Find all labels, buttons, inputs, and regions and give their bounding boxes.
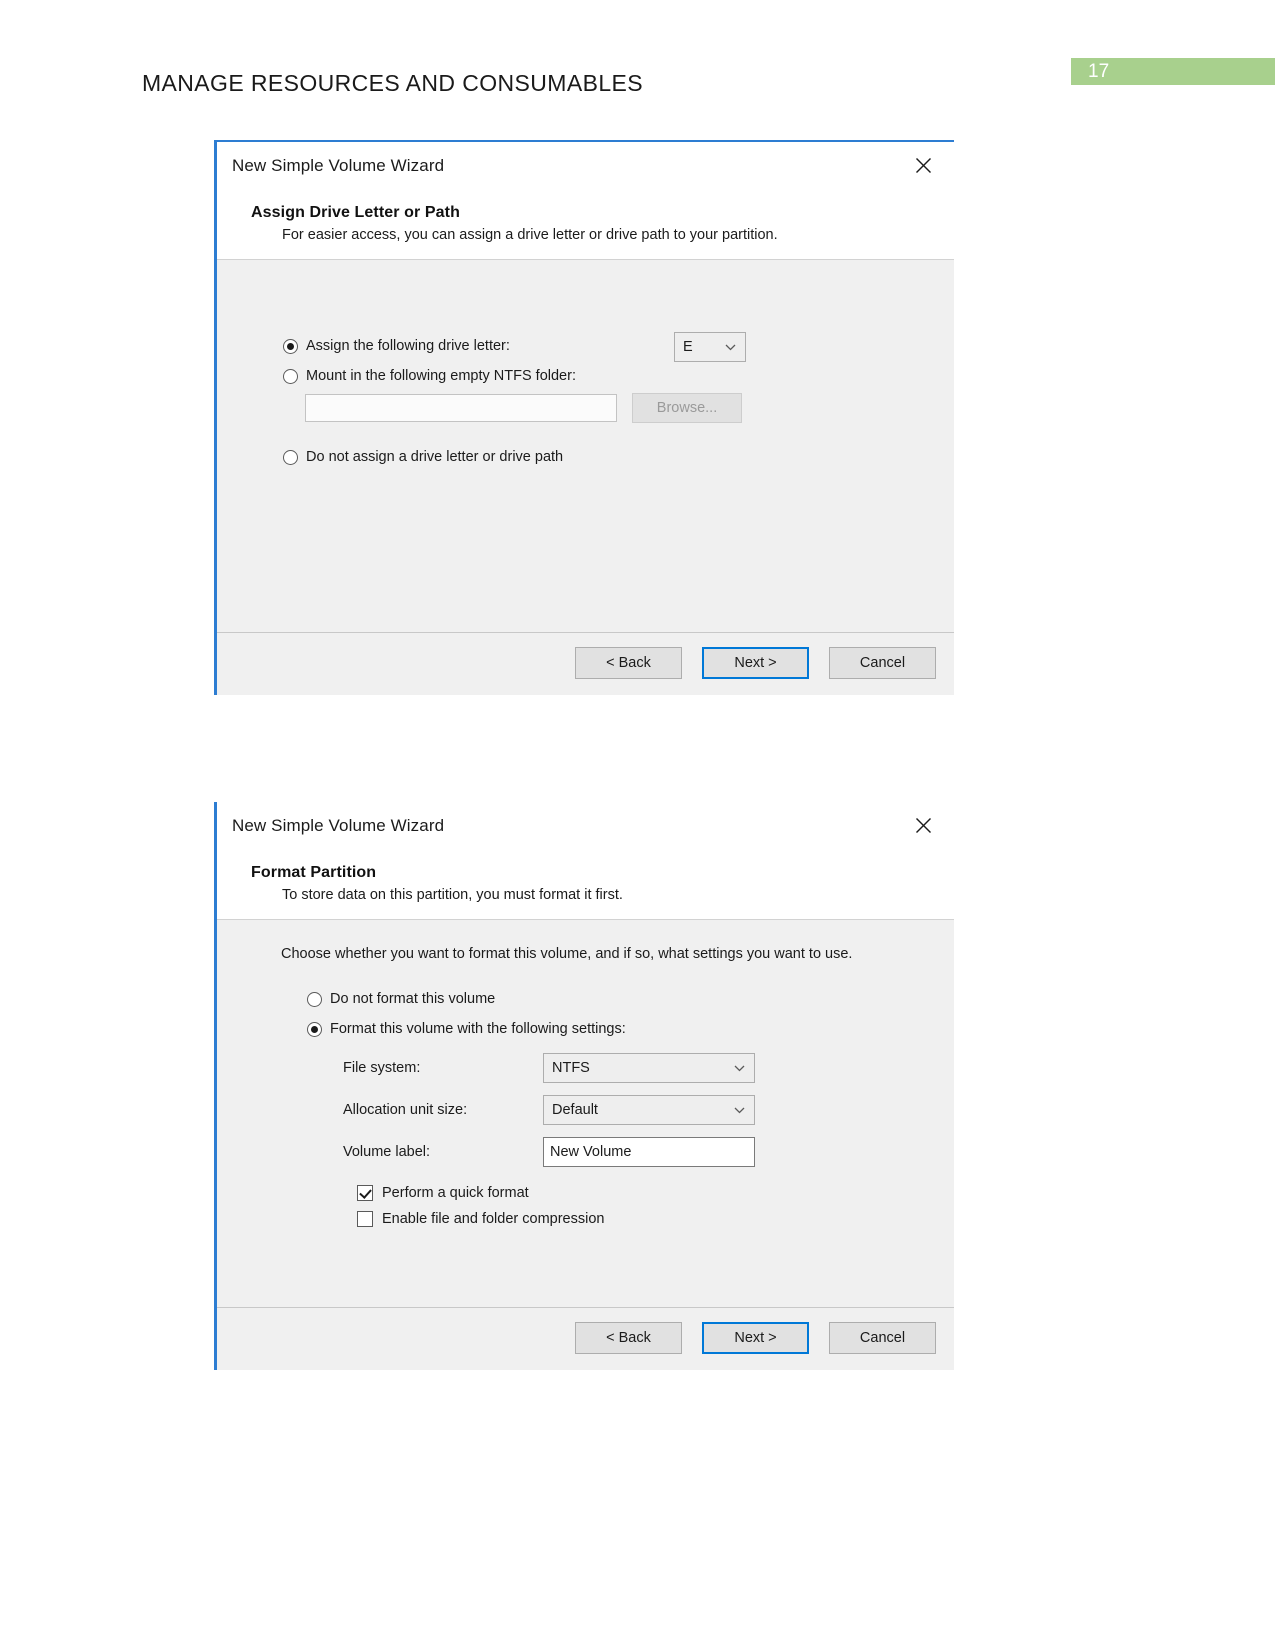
next-button[interactable]: Next > [702, 647, 809, 679]
radio-format-with-settings-label: Format this volume with the following se… [330, 1021, 626, 1037]
radio-do-not-assign[interactable]: Do not assign a drive letter or drive pa… [283, 449, 903, 465]
dialog-subheader: Assign Drive Letter or Path For easier a… [217, 188, 954, 259]
allocation-unit-size-select[interactable]: Default [543, 1095, 755, 1125]
format-partition-dialog: New Simple Volume Wizard Format Partitio… [214, 800, 954, 1370]
dialog-content: Assign the following drive letter: Mount… [217, 259, 954, 632]
dialog-subheader: Format Partition To store data on this p… [217, 848, 954, 919]
volume-label-input[interactable]: New Volume [543, 1137, 755, 1167]
dialog-footer: < Back Next > Cancel [217, 632, 954, 695]
file-system-select[interactable]: NTFS [543, 1053, 755, 1083]
chevron-down-icon [725, 339, 736, 355]
close-icon[interactable] [906, 810, 940, 840]
dialog-title: New Simple Volume Wizard [232, 816, 445, 835]
drive-letter-value: E [683, 339, 693, 355]
checkbox-enable-compression-indicator[interactable] [357, 1211, 373, 1227]
page-title: MANAGE RESOURCES AND CONSUMABLES [142, 70, 644, 96]
dialog-titlebar: New Simple Volume Wizard [217, 802, 954, 848]
radio-format-with-settings-indicator[interactable] [307, 1021, 322, 1037]
radio-assign-drive-letter[interactable]: Assign the following drive letter: [283, 338, 903, 354]
format-intro-text: Choose whether you want to format this v… [281, 946, 853, 962]
cancel-button[interactable]: Cancel [829, 1322, 936, 1354]
mount-path-row: Browse... [283, 393, 903, 423]
dialog-title: New Simple Volume Wizard [232, 156, 445, 175]
format-settings-fields: File system: NTFS Allocation unit size: … [307, 1039, 954, 1167]
cancel-button[interactable]: Cancel [829, 647, 936, 679]
drive-assign-options: Assign the following drive letter: Mount… [283, 338, 903, 467]
checkbox-quick-format-indicator[interactable] [357, 1185, 373, 1201]
volume-label-row: Volume label: New Volume [343, 1137, 954, 1167]
browse-button[interactable]: Browse... [632, 393, 742, 423]
mount-path-input[interactable] [305, 394, 617, 422]
file-system-row: File system: NTFS [343, 1053, 954, 1083]
volume-label-label: Volume label: [343, 1144, 431, 1160]
radio-assign-drive-letter-indicator[interactable] [283, 338, 298, 354]
radio-assign-drive-letter-label: Assign the following drive letter: [306, 338, 510, 354]
format-checkboxes: Perform a quick format Enable file and f… [307, 1179, 954, 1227]
checkbox-enable-compression[interactable]: Enable file and folder compression [357, 1211, 954, 1227]
allocation-unit-size-label: Allocation unit size: [343, 1102, 468, 1118]
next-button[interactable]: Next > [702, 1322, 809, 1354]
radio-do-not-assign-indicator[interactable] [283, 449, 298, 465]
radio-do-not-format[interactable]: Do not format this volume [307, 991, 954, 1007]
assign-drive-letter-dialog: New Simple Volume Wizard Assign Drive Le… [214, 140, 954, 695]
radio-mount-ntfs-folder-indicator[interactable] [283, 368, 298, 384]
radio-do-not-assign-label: Do not assign a drive letter or drive pa… [306, 449, 564, 465]
dialog-heading: Assign Drive Letter or Path [251, 204, 460, 221]
file-system-value: NTFS [552, 1060, 590, 1076]
dialog-description: For easier access, you can assign a driv… [282, 227, 778, 243]
back-button[interactable]: < Back [575, 647, 682, 679]
dialog-content: Choose whether you want to format this v… [217, 919, 954, 1307]
chevron-down-icon [734, 1102, 745, 1118]
file-system-label: File system: [343, 1060, 421, 1076]
allocation-unit-size-row: Allocation unit size: Default [343, 1095, 954, 1125]
dialog-footer: < Back Next > Cancel [217, 1307, 954, 1370]
close-icon[interactable] [906, 150, 940, 180]
radio-do-not-format-label: Do not format this volume [330, 991, 496, 1007]
checkbox-quick-format[interactable]: Perform a quick format [357, 1185, 954, 1201]
format-options: Do not format this volume Format this vo… [217, 962, 954, 1227]
drive-letter-select[interactable]: E [674, 332, 746, 362]
page-number-badge: 17 [1071, 58, 1275, 85]
dialog-heading: Format Partition [251, 864, 377, 881]
radio-mount-ntfs-folder[interactable]: Mount in the following empty NTFS folder… [283, 368, 903, 384]
dialog-description: To store data on this partition, you mus… [282, 887, 623, 903]
back-button[interactable]: < Back [575, 1322, 682, 1354]
radio-format-with-settings[interactable]: Format this volume with the following se… [307, 1021, 954, 1037]
dialog-titlebar: New Simple Volume Wizard [217, 142, 954, 188]
checkbox-quick-format-label: Perform a quick format [382, 1185, 529, 1201]
checkbox-enable-compression-label: Enable file and folder compression [382, 1211, 605, 1227]
chevron-down-icon [734, 1060, 745, 1076]
radio-do-not-format-indicator[interactable] [307, 991, 322, 1007]
allocation-unit-size-value: Default [552, 1102, 598, 1118]
radio-mount-ntfs-folder-label: Mount in the following empty NTFS folder… [306, 368, 576, 384]
